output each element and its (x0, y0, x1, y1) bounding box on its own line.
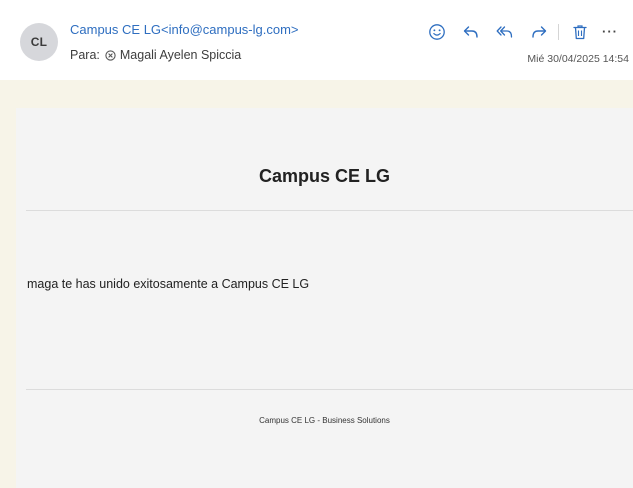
recipient-status-icon (105, 49, 116, 61)
more-actions-button[interactable]: ··· (601, 21, 619, 43)
email-message-text: maga te has unido exitosamente a Campus … (27, 277, 310, 291)
reply-all-icon (496, 26, 513, 38)
smiley-icon (429, 24, 445, 40)
emoji-reaction-button[interactable] (426, 21, 448, 43)
reply-button[interactable] (460, 21, 482, 43)
email-title: Campus CE LG (258, 166, 391, 186)
message-header: CL Campus CE LG<info@campus-lg.com> Para… (0, 0, 633, 80)
recipient-line: Para: Magali Ayelen Spiccia (70, 48, 241, 62)
trash-icon (573, 25, 587, 40)
reply-icon (463, 26, 478, 38)
message-date: Mié 30/04/2025 14:54 (527, 53, 629, 65)
sender-avatar[interactable]: CL (20, 23, 58, 61)
toolbar-separator (558, 24, 559, 40)
footer-divider (26, 389, 633, 390)
email-footer: Campus CE LG - Business Solutions (259, 416, 390, 425)
to-label: Para: (70, 48, 100, 62)
reply-all-button[interactable] (494, 21, 516, 43)
sender-name[interactable]: Campus CE LG<info@campus-lg.com> (70, 22, 299, 37)
more-icon: ··· (602, 24, 618, 39)
email-body-container: Campus CE LG maga te has unido exitosame… (16, 108, 633, 488)
message-toolbar: ··· (426, 21, 619, 43)
forward-button[interactable] (528, 21, 550, 43)
title-divider (26, 210, 633, 211)
recipient-name[interactable]: Magali Ayelen Spiccia (120, 48, 241, 62)
forward-icon (532, 26, 547, 38)
avatar-initials: CL (30, 35, 48, 49)
delete-button[interactable] (569, 21, 591, 43)
